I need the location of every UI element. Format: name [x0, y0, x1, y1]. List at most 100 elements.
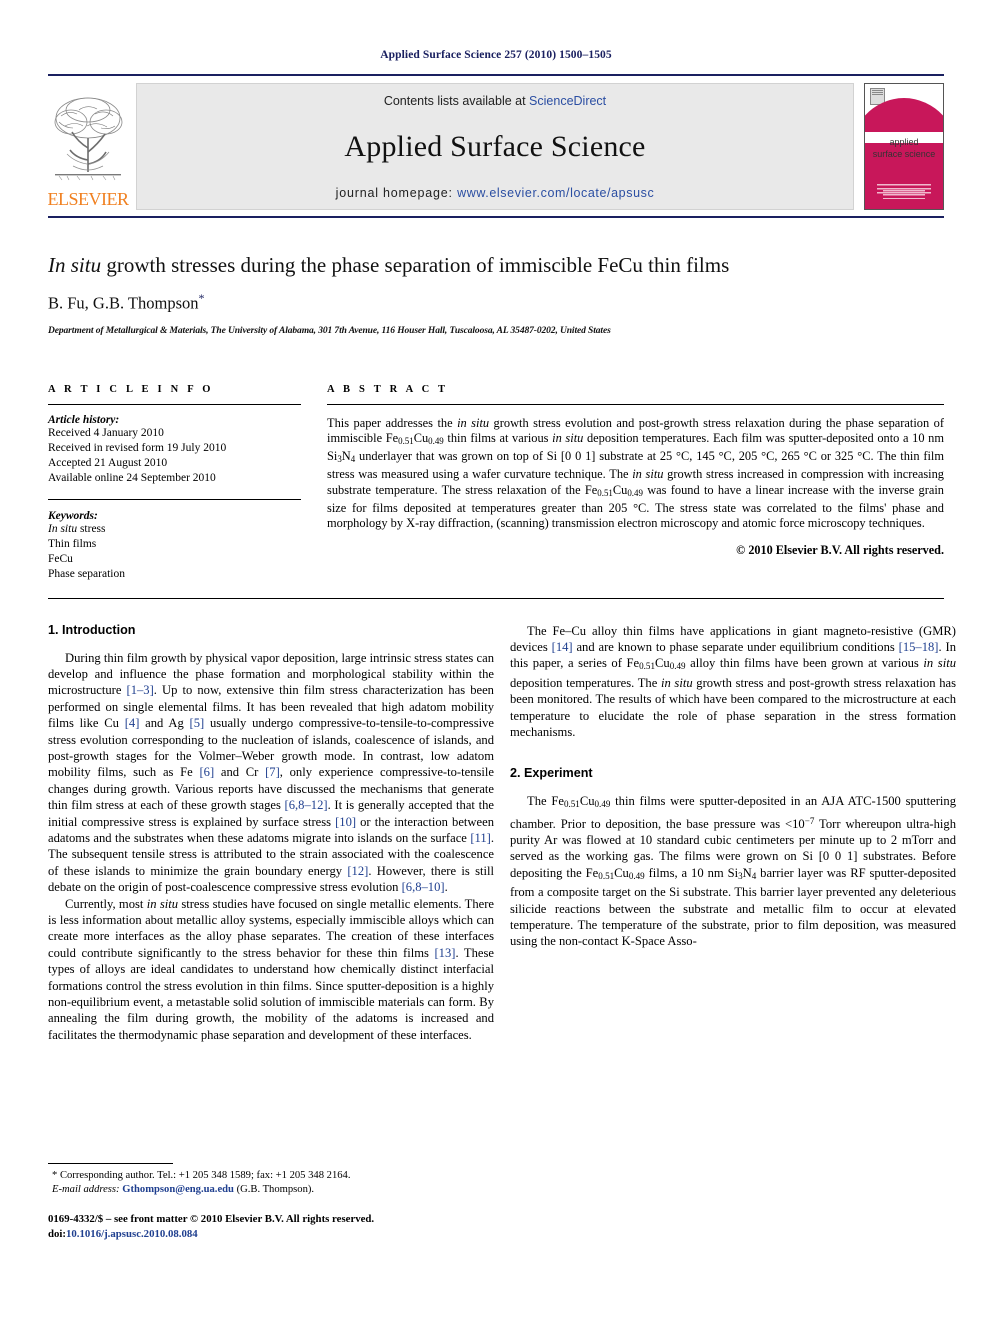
keywords-block: Keywords: In situ stress Thin films FeCu…	[48, 498, 301, 582]
article-history-title: Article history:	[48, 413, 120, 426]
footnote-email-link[interactable]: Gthompson@eng.ua.edu	[122, 1184, 234, 1195]
journal-homepage-link[interactable]: www.elsevier.com/locate/apsusc	[457, 186, 654, 200]
body-columns: 1. Introduction During thin film growth …	[48, 623, 956, 1044]
txt: and Cr	[214, 765, 266, 780]
issn-doi-block: 0169-4332/$ – see front matter © 2010 El…	[48, 1212, 494, 1241]
body-column-right: The Fe–Cu alloy thin films have applicat…	[510, 623, 956, 1044]
elsevier-logo: ELSEVIER	[47, 83, 130, 210]
txt: N	[742, 865, 752, 880]
journal-masthead: ELSEVIER Contents lists available at Sci…	[48, 74, 944, 210]
article-info-label: A R T I C L E I N F O	[48, 383, 214, 395]
subscript: 0.49	[628, 870, 645, 881]
footnote-rule	[48, 1163, 173, 1164]
history-item: Received in revised form 19 July 2010	[48, 441, 227, 454]
author-names: B. Fu, G.B. Thompson	[48, 293, 199, 313]
paper-page: Applied Surface Science 257 (2010) 1500–…	[0, 0, 992, 1323]
issn-line: 0169-4332/$ – see front matter © 2010 El…	[48, 1213, 375, 1225]
keyword-italic-part: In situ	[48, 522, 78, 535]
citation-ref[interactable]: [1–3]	[127, 683, 154, 697]
abs-subscript: 0.49	[627, 487, 643, 498]
citation-ref[interactable]: [13]	[434, 946, 455, 960]
cover-title: applied surface science	[865, 136, 943, 160]
doi-line: doi:10.1016/j.apsusc.2010.08.084	[48, 1227, 494, 1242]
article-history-block: Article history: Received 4 January 2010…	[48, 414, 301, 486]
experiment-paragraph-1: The Fe0.51Cu0.49 thin films were sputter…	[510, 793, 956, 949]
article-info-column: A R T I C L E I N F O Article history: R…	[48, 384, 301, 582]
page-title: In situ growth stresses during the phase…	[48, 252, 944, 278]
citation-ref[interactable]: [6,8–12]	[285, 798, 328, 812]
txt: The Fe	[527, 794, 564, 809]
subscript: 0.49	[669, 661, 686, 672]
citation-ref[interactable]: [12]	[347, 864, 368, 878]
citation-ref[interactable]: [7]	[265, 765, 280, 779]
abs-seg: Cu	[612, 482, 628, 497]
journal-name: Applied Surface Science	[344, 130, 646, 163]
keyword-item: FeCu	[48, 552, 73, 565]
citation-ref[interactable]: [15–18]	[899, 640, 939, 654]
info-abstract-bottom-rule	[48, 597, 944, 599]
citation-ref[interactable]: [6]	[199, 765, 214, 779]
txt-italic: in situ	[660, 675, 693, 690]
abs-seg: This paper addresses the	[327, 415, 458, 430]
txt: films, a 10 nm Si	[644, 865, 739, 880]
footnote-email-line: E-mail address: Gthompson@eng.ua.edu (G.…	[48, 1183, 494, 1197]
citation-ref[interactable]: [6,8–10]	[402, 880, 445, 894]
txt: .	[444, 880, 448, 895]
subscript: 0.51	[563, 799, 580, 810]
citation-ref[interactable]: [14]	[552, 640, 573, 654]
abs-subscript: 0.51	[398, 435, 414, 446]
history-item: Available online 24 September 2010	[48, 471, 216, 484]
abs-seg: thin films at various	[443, 430, 553, 445]
citation-ref[interactable]: [10]	[335, 815, 356, 829]
masthead-bottom-rule	[48, 216, 944, 218]
corresponding-author-footnote: * Corresponding author. Tel.: +1 205 348…	[48, 1163, 494, 1197]
homepage-prefix: journal homepage:	[335, 186, 453, 200]
intro-paragraph-3: The Fe–Cu alloy thin films have applicat…	[510, 623, 956, 741]
abstract-rule	[327, 403, 944, 405]
keyword-item: Thin films	[48, 537, 97, 550]
subscript: 0.49	[594, 799, 611, 810]
section-heading-experiment: 2. Experiment	[510, 766, 593, 781]
abs-seg: N	[341, 449, 351, 464]
txt: deposition temperatures. The	[510, 675, 661, 690]
abstract-column: A B S T R A C T This paper addresses the…	[327, 384, 944, 582]
keyword-item: In situ stress	[48, 522, 301, 537]
keyword-item: Phase separation	[48, 567, 125, 580]
abstract-copyright: © 2010 Elsevier B.V. All rights reserved…	[736, 543, 944, 558]
txt: and are known to phase separate under eq…	[572, 639, 899, 654]
intro-paragraph-1: During thin film growth by physical vapo…	[48, 650, 494, 896]
abstract-text: This paper addresses the in situ growth …	[327, 416, 944, 532]
footnote-email-label: E-mail address:	[52, 1184, 120, 1195]
superscript: −7	[804, 815, 815, 826]
txt: Cu	[654, 656, 670, 671]
masthead-center-panel: Contents lists available at ScienceDirec…	[136, 83, 854, 210]
cover-title-line2: surface science	[872, 149, 936, 159]
article-info-rule	[48, 403, 301, 405]
citation-ref[interactable]: [4]	[125, 716, 140, 730]
history-item: Received 4 January 2010	[48, 426, 164, 439]
body-column-left: 1. Introduction During thin film growth …	[48, 623, 494, 1044]
doi-link[interactable]: 10.1016/j.apsusc.2010.08.084	[66, 1228, 198, 1240]
title-italic-lead: In situ	[48, 253, 102, 277]
history-item: Accepted 21 August 2010	[48, 456, 168, 469]
citation-ref[interactable]: [11]	[470, 831, 491, 845]
intro-paragraph-2: Currently, most in situ stress studies h…	[48, 896, 494, 1044]
sciencedirect-link[interactable]: ScienceDirect	[529, 94, 606, 108]
journal-cover-thumbnail: applied surface science	[864, 83, 944, 210]
keywords-title: Keywords:	[48, 509, 98, 522]
abs-seg: Cu	[413, 430, 429, 445]
contents-available-line: Contents lists available at ScienceDirec…	[384, 94, 606, 108]
elsevier-wordmark: ELSEVIER	[47, 189, 130, 209]
txt: alloy thin films have been grown at vari…	[685, 656, 924, 671]
doi-label: doi:	[48, 1227, 66, 1240]
section-heading-introduction: 1. Introduction	[48, 622, 136, 637]
contents-prefix: Contents lists available at	[383, 94, 530, 108]
elsevier-tree-icon	[51, 92, 125, 189]
citation-ref[interactable]: [5]	[190, 716, 205, 730]
corresponding-author-marker: *	[198, 291, 205, 305]
subscript: 0.51	[639, 661, 655, 672]
abs-subscript: 0.51	[597, 487, 613, 498]
abs-italic: in situ	[552, 430, 584, 445]
txt: . These types of alloys are ideal candid…	[48, 945, 494, 1042]
title-block: In situ growth stresses during the phase…	[48, 252, 944, 336]
